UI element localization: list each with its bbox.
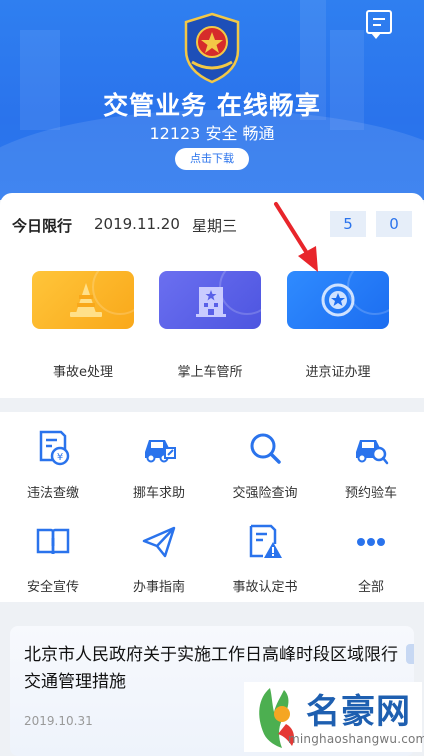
- police-emblem-icon: [184, 12, 240, 84]
- service-move-car[interactable]: 挪车求助: [106, 412, 212, 501]
- car-search-icon: [356, 440, 389, 465]
- watermark-url: minghaoshangwu.com: [288, 732, 424, 746]
- download-button[interactable]: 点击下载: [175, 148, 249, 170]
- building-icon: [196, 287, 226, 317]
- more-dots-icon: [357, 538, 385, 546]
- star-badge-icon: [321, 283, 355, 317]
- news-corner-decoration: [406, 644, 414, 664]
- promo-banner[interactable]: 交管业务 在线畅享 12123 安全 畅通 点击下载: [0, 0, 424, 200]
- tile-accident-handling[interactable]: [32, 271, 134, 329]
- service-all[interactable]: 全部: [318, 506, 424, 595]
- car-edit-icon: [145, 440, 176, 463]
- service-inspection-booking[interactable]: 预约验车: [318, 412, 424, 501]
- svg-text:¥: ¥: [57, 452, 63, 463]
- traffic-limit-label: 今日限行: [12, 217, 73, 235]
- banner-title: 交管业务 在线畅享: [103, 91, 321, 120]
- tile-label-vehicle-office: 掌上车管所: [177, 365, 243, 380]
- service-label: 挪车求助: [132, 486, 185, 501]
- traffic-limit-weekday: 星期三: [192, 217, 238, 235]
- traffic-limit-date: 2019.11.20: [94, 215, 180, 233]
- site-watermark: 名豪网 minghaoshangwu.com: [244, 682, 424, 752]
- tile-label-accident: 事故e处理: [53, 365, 113, 380]
- annotation-arrow-icon: [274, 202, 318, 272]
- tile-vehicle-office[interactable]: [159, 271, 261, 329]
- service-label: 安全宣传: [26, 580, 79, 595]
- quick-access-card: 今日限行 2019.11.20 星期三 5 0 事故e处理 掌上车管所 进京证办…: [0, 193, 424, 398]
- services-grid: ¥ 违法查缴 挪车求助 交强险查询 预约验车 安全宣传 办事指南 事故认定书 全…: [0, 412, 424, 602]
- warning-document-icon: [249, 524, 282, 558]
- service-violation-payment[interactable]: ¥ 违法查缴: [0, 412, 106, 501]
- news-date: 2019.10.31: [24, 714, 93, 728]
- service-label: 预约验车: [344, 486, 397, 501]
- search-icon: [250, 433, 281, 464]
- limit-number-badge: 5: [330, 211, 366, 237]
- service-label: 交强险查询: [232, 486, 298, 501]
- banner-subtitle: 12123 安全 畅通: [149, 124, 275, 143]
- service-safety-campaign[interactable]: 安全宣传: [0, 506, 106, 595]
- tile-label-beijing-permit: 进京证办理: [305, 365, 371, 380]
- limit-number-badge: 0: [376, 211, 412, 237]
- service-insurance-query[interactable]: 交强险查询: [212, 412, 318, 501]
- service-label: 全部: [357, 580, 384, 595]
- message-icon-tail: [371, 33, 381, 39]
- service-accident-report[interactable]: 事故认定书: [212, 506, 318, 595]
- fine-document-icon: ¥: [39, 430, 70, 466]
- service-label: 违法查缴: [26, 486, 79, 501]
- service-label: 办事指南: [132, 580, 185, 595]
- service-guide[interactable]: 办事指南: [106, 506, 212, 595]
- book-icon: [36, 528, 70, 555]
- watermark-title: 名豪网: [306, 692, 411, 732]
- paper-plane-icon: [142, 526, 176, 558]
- service-label: 事故认定书: [232, 580, 298, 595]
- traffic-cone-icon: [70, 283, 102, 317]
- message-icon[interactable]: [366, 10, 392, 34]
